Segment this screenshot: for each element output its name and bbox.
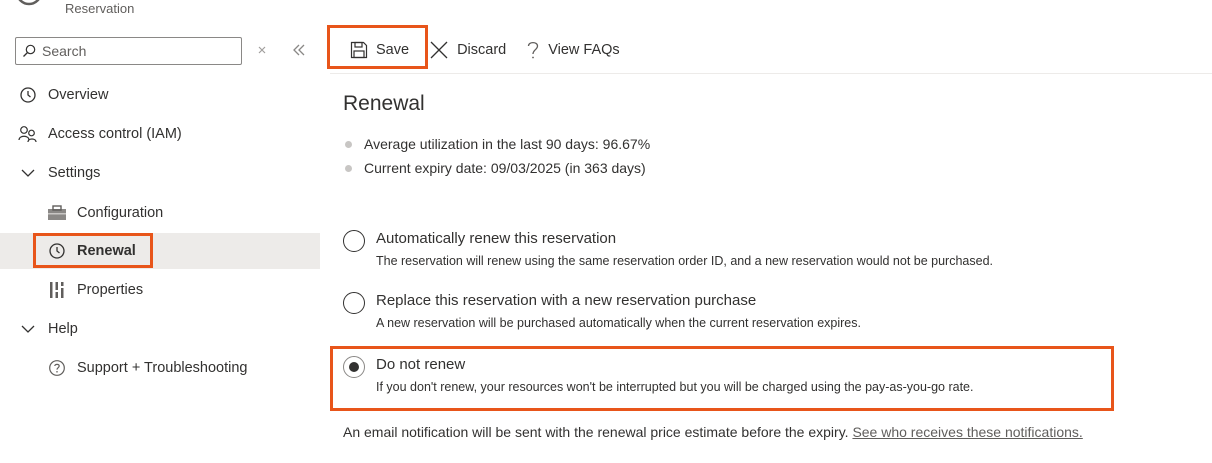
sidebar-item-overview[interactable]: Overview: [0, 77, 320, 113]
reservation-icon: [14, 0, 44, 12]
save-button[interactable]: Save: [350, 41, 409, 59]
sidebar-item-label: Overview: [48, 87, 109, 103]
option-do-not-renew[interactable]: Do not renew If you don't renew, your re…: [343, 356, 973, 396]
sidebar-item-properties[interactable]: Properties: [0, 272, 320, 308]
chevron-down-icon: [18, 319, 38, 339]
option-description: A new reservation will be purchased auto…: [376, 316, 861, 330]
save-icon: [350, 41, 368, 59]
page-title: Renewal: [343, 92, 425, 115]
page-subtitle: Reservation: [65, 1, 135, 16]
option-description: The reservation will renew using the sam…: [376, 254, 993, 268]
bullet-dot: [345, 164, 352, 172]
search-icon: [23, 44, 36, 57]
utilization-text: Average utilization in the last 90 days:…: [364, 136, 651, 152]
sidebar-item-renewal[interactable]: Renewal: [0, 233, 320, 269]
radio-selected-dot: [349, 362, 359, 372]
notification-text: An email notification will be sent with …: [343, 424, 849, 440]
question-circle-icon: [47, 358, 67, 378]
sidebar-item-support[interactable]: Support + Troubleshooting: [0, 350, 320, 386]
toolbar-divider: [330, 73, 1212, 74]
option-label: Automatically renew this reservation: [376, 230, 617, 247]
sidebar-item-label: Access control (IAM): [48, 126, 182, 142]
option-auto-renew[interactable]: Automatically renew this reservation The…: [343, 230, 993, 270]
option-replace[interactable]: Replace this reservation with a new rese…: [343, 292, 861, 332]
discard-button[interactable]: Discard: [429, 40, 506, 60]
search-input[interactable]: [42, 43, 222, 59]
save-label: Save: [376, 42, 410, 58]
sidebar-item-configuration[interactable]: Configuration: [0, 195, 320, 231]
question-mark-icon: [528, 41, 539, 59]
sidebar-item-label: Help: [48, 321, 78, 337]
chevron-down-icon: [18, 163, 38, 183]
notification-note: An email notification will be sent with …: [343, 424, 1083, 440]
option-description: If you don't renew, your resources won't…: [376, 380, 974, 394]
properties-bars-icon: [47, 280, 67, 300]
command-bar: Save Discard View FAQs: [330, 30, 640, 70]
expiry-text: Current expiry date: 09/03/2025 (in 363 …: [364, 160, 646, 176]
bullet-dot: [345, 140, 352, 148]
option-label: Replace this reservation with a new rese…: [376, 292, 757, 309]
faq-label: View FAQs: [548, 42, 620, 58]
toolbox-icon: [47, 203, 67, 223]
sidebar-item-label: Settings: [48, 165, 101, 181]
radio-auto-renew[interactable]: [343, 230, 365, 252]
clock-icon: [47, 241, 67, 261]
notifications-link[interactable]: See who receives these notifications.: [852, 424, 1082, 440]
view-faqs-button[interactable]: View FAQs: [526, 40, 620, 60]
sidebar-item-label: Renewal: [77, 243, 136, 259]
sidebar-item-label: Properties: [77, 282, 144, 298]
search-box[interactable]: [15, 37, 242, 65]
sidebar-item-settings[interactable]: Settings: [0, 155, 320, 191]
expiry-info: Current expiry date: 09/03/2025 (in 363 …: [345, 160, 646, 176]
sidebar-item-access-control[interactable]: Access control (IAM): [0, 116, 320, 152]
people-icon: [18, 124, 38, 144]
radio-do-not-renew[interactable]: [343, 356, 365, 378]
collapse-sidebar-icon[interactable]: [289, 40, 309, 60]
radio-replace[interactable]: [343, 292, 365, 314]
utilization-info: Average utilization in the last 90 days:…: [345, 136, 650, 152]
clock-icon: [18, 85, 38, 105]
clear-search-icon[interactable]: [252, 40, 272, 60]
sidebar-item-help[interactable]: Help: [0, 311, 320, 347]
discard-label: Discard: [457, 42, 507, 58]
sidebar-item-label: Configuration: [77, 205, 164, 221]
sidebar-item-label: Support + Troubleshooting: [77, 360, 248, 376]
close-icon: [430, 41, 448, 59]
option-label: Do not renew: [376, 356, 466, 373]
